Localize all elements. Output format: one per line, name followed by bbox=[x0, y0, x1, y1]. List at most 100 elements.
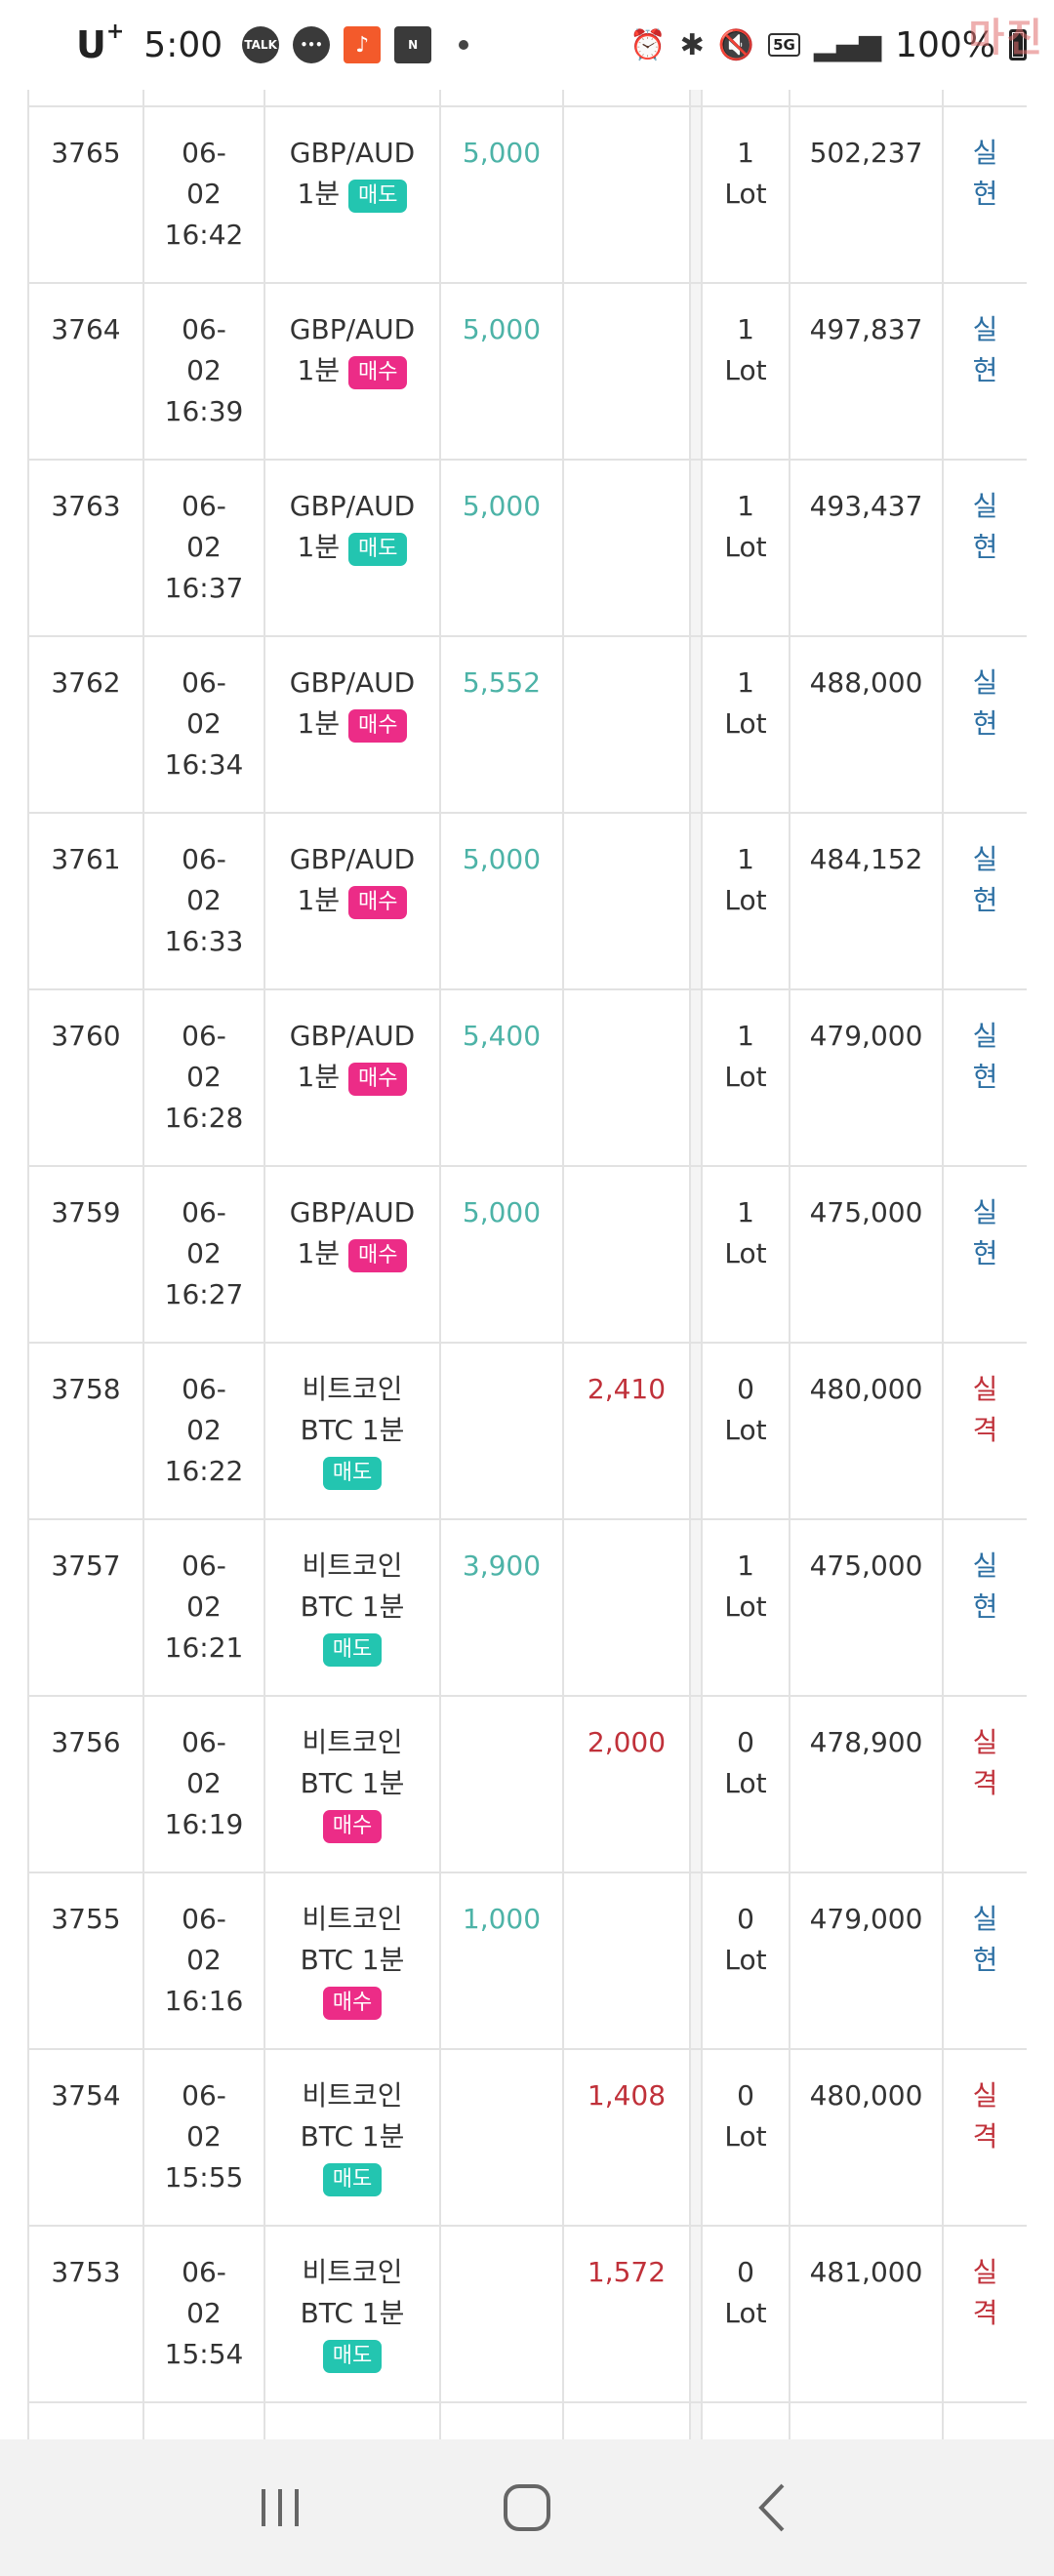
lot-unit: Lot bbox=[724, 531, 767, 563]
table-row[interactable]: 3754 06- 02 15:55 비트코인 BTC 1분 매도 1,408 0 Lot 480,0… bbox=[27, 2048, 1027, 2227]
back-icon bbox=[758, 2483, 785, 2532]
signal-icon: ▂▄▆ bbox=[813, 27, 882, 62]
table-row[interactable]: 3761 06- 02 16:33 GBP/AUD 1분 매수 5,000 1 Lot 484,1… bbox=[27, 812, 1027, 990]
cell-id: 3758 bbox=[27, 1342, 144, 1520]
table-row[interactable]: 3762 06- 02 16:34 GBP/AUD 1분 매수 5,552 1 Lot 488,0… bbox=[27, 635, 1027, 814]
cell-balance: 475,000 bbox=[789, 1518, 944, 1697]
date-day: 02 bbox=[186, 1414, 222, 1446]
back-button[interactable] bbox=[735, 2469, 813, 2547]
symbol-timeframe: 1분 bbox=[297, 707, 341, 740]
date-day: 02 bbox=[186, 2120, 222, 2153]
cell-result: 실현 bbox=[942, 812, 1027, 990]
table-row[interactable]: 3764 06- 02 16:39 GBP/AUD 1분 매수 5,000 1 Lot 497,8… bbox=[27, 282, 1027, 461]
date-month: 06- bbox=[182, 313, 226, 345]
lot-unit: Lot bbox=[724, 354, 767, 386]
cell-symbol: GBP/AUD 1분 매수 bbox=[264, 812, 441, 990]
cell-loss bbox=[562, 459, 691, 637]
table-row[interactable]: 3758 06- 02 16:22 비트코인 BTC 1분 매도 2,410 0 Lot 480,0… bbox=[27, 1342, 1027, 1520]
date-day: 02 bbox=[186, 1590, 222, 1623]
cell-profit bbox=[439, 1695, 564, 1873]
recent-apps-button[interactable] bbox=[241, 2469, 319, 2547]
date-day: 02 bbox=[186, 354, 222, 386]
table-row[interactable]: 3759 06- 02 16:27 GBP/AUD 1분 매수 5,000 1 Lot 475,0… bbox=[27, 1165, 1027, 1344]
time-value: 15:54 bbox=[164, 2338, 244, 2370]
cell-datetime: 06- 02 16:42 bbox=[142, 105, 265, 284]
cell-result: 실현 bbox=[942, 105, 1027, 284]
symbol-name: GBP/AUD bbox=[289, 666, 416, 699]
symbol-name: 비트코인 bbox=[302, 1373, 403, 1405]
lot-count: 1 bbox=[737, 1196, 754, 1228]
date-month: 06- bbox=[182, 2079, 226, 2112]
date-month: 06- bbox=[182, 1373, 226, 1405]
cell-spacer bbox=[689, 282, 703, 461]
table-row[interactable]: 3756 06- 02 16:19 비트코인 BTC 1분 매수 2,000 0 Lot 478,9… bbox=[27, 1695, 1027, 1873]
cell-id: 3754 bbox=[27, 2048, 144, 2227]
symbol-timeframe: 1분 bbox=[297, 354, 341, 386]
date-month: 06- bbox=[182, 1903, 226, 1935]
buy-badge: 매수 bbox=[348, 1239, 408, 1272]
cell-lot: 0 Lot bbox=[701, 1872, 790, 2050]
symbol-name: 비트코인 bbox=[302, 1903, 403, 1935]
lot-unit: Lot bbox=[724, 1590, 767, 1623]
cell-id: 3761 bbox=[27, 812, 144, 990]
cell-spacer bbox=[689, 1872, 703, 2050]
time-value: 16:42 bbox=[164, 219, 244, 251]
time-value: 16:37 bbox=[164, 572, 244, 604]
cell-symbol: 비트코인 BTC 1분 매수 bbox=[264, 1695, 441, 1873]
trade-history-table: 3765 06- 02 16:42 GBP/AUD 1분 매도 5,000 1 Lot 502,2… bbox=[27, 90, 1027, 2439]
cell-datetime: 06- 02 15:54 bbox=[142, 2225, 265, 2403]
home-button[interactable] bbox=[488, 2469, 566, 2547]
cell-spacer bbox=[689, 105, 703, 284]
time-value: 16:21 bbox=[164, 1631, 244, 1664]
table-row[interactable]: 3760 06- 02 16:28 GBP/AUD 1분 매수 5,400 1 Lot 479,0… bbox=[27, 988, 1027, 1167]
cell-loss: 2,410 bbox=[562, 1342, 691, 1520]
result-char-1: 실 bbox=[972, 1020, 998, 1052]
date-month: 06- bbox=[182, 666, 226, 699]
cell-spacer bbox=[689, 1342, 703, 1520]
buy-badge: 매수 bbox=[348, 356, 408, 389]
cell-id: 3764 bbox=[27, 282, 144, 461]
cell-profit: 3,900 bbox=[439, 1518, 564, 1697]
cell-lot: 1 Lot bbox=[701, 812, 790, 990]
sell-badge: 매도 bbox=[322, 2340, 383, 2373]
symbol-timeframe: 1분 bbox=[297, 1237, 341, 1269]
symbol-name: GBP/AUD bbox=[289, 137, 416, 169]
table-row[interactable]: 3763 06- 02 16:37 GBP/AUD 1분 매도 5,000 1 Lot 493,4… bbox=[27, 459, 1027, 637]
cell-spacer bbox=[689, 1695, 703, 1873]
buy-badge: 매수 bbox=[348, 709, 408, 743]
trade-history-table-container[interactable]: 3765 06- 02 16:42 GBP/AUD 1분 매도 5,000 1 Lot 502,2… bbox=[27, 90, 1027, 2439]
cell-lot: 0 Lot bbox=[701, 2225, 790, 2403]
table-row[interactable]: 3757 06- 02 16:21 비트코인 BTC 1분 매도 3,900 1 Lot 475,0… bbox=[27, 1518, 1027, 1697]
table-row[interactable]: 3765 06- 02 16:42 GBP/AUD 1분 매도 5,000 1 Lot 502,2… bbox=[27, 105, 1027, 284]
table-row[interactable]: 3753 06- 02 15:54 비트코인 BTC 1분 매도 1,572 0 Lot 481,0… bbox=[27, 2225, 1027, 2403]
cell-symbol: 비트코인 BTC 1분 매도 bbox=[264, 1342, 441, 1520]
sell-badge: 매도 bbox=[348, 533, 408, 566]
symbol-name: 비트코인 bbox=[302, 1726, 403, 1758]
cell-symbol: GBP/AUD 1분 매수 bbox=[264, 635, 441, 814]
status-bar-right: ⏰ ✱ 🔇 5G ▂▄▆ 100% bbox=[629, 25, 1027, 65]
time-value: 16:16 bbox=[164, 1985, 244, 2017]
lot-count: 1 bbox=[737, 490, 754, 522]
date-day: 02 bbox=[186, 1944, 222, 1976]
result-char-1: 실 bbox=[972, 1903, 998, 1935]
lot-count: 1 bbox=[737, 666, 754, 699]
cell-spacer bbox=[689, 1518, 703, 1697]
cell-loss bbox=[562, 635, 691, 814]
symbol-name: 비트코인 bbox=[302, 1550, 403, 1582]
lot-unit: Lot bbox=[724, 1414, 767, 1446]
cell-balance: 488,000 bbox=[789, 635, 944, 814]
buy-badge: 매수 bbox=[348, 886, 408, 919]
date-day: 02 bbox=[186, 178, 222, 210]
cell-symbol: 비트코인 BTC 1분 매도 bbox=[264, 2225, 441, 2403]
date-month: 06- bbox=[182, 843, 226, 875]
cell-balance: 475,000 bbox=[789, 1165, 944, 1344]
cell-id: 3756 bbox=[27, 1695, 144, 1873]
kakaotalk-icon: TALK bbox=[242, 26, 280, 63]
cell-symbol: GBP/AUD 1분 매수 bbox=[264, 1165, 441, 1344]
cell-loss: 2,000 bbox=[562, 1695, 691, 1873]
symbol-timeframe: 1분 bbox=[297, 531, 341, 563]
cell-lot: 1 Lot bbox=[701, 1165, 790, 1344]
table-row[interactable]: 3755 06- 02 16:16 비트코인 BTC 1분 매수 1,000 0 Lot 479,0… bbox=[27, 1872, 1027, 2050]
result-char-1: 실 bbox=[972, 843, 998, 875]
cell-loss bbox=[562, 812, 691, 990]
